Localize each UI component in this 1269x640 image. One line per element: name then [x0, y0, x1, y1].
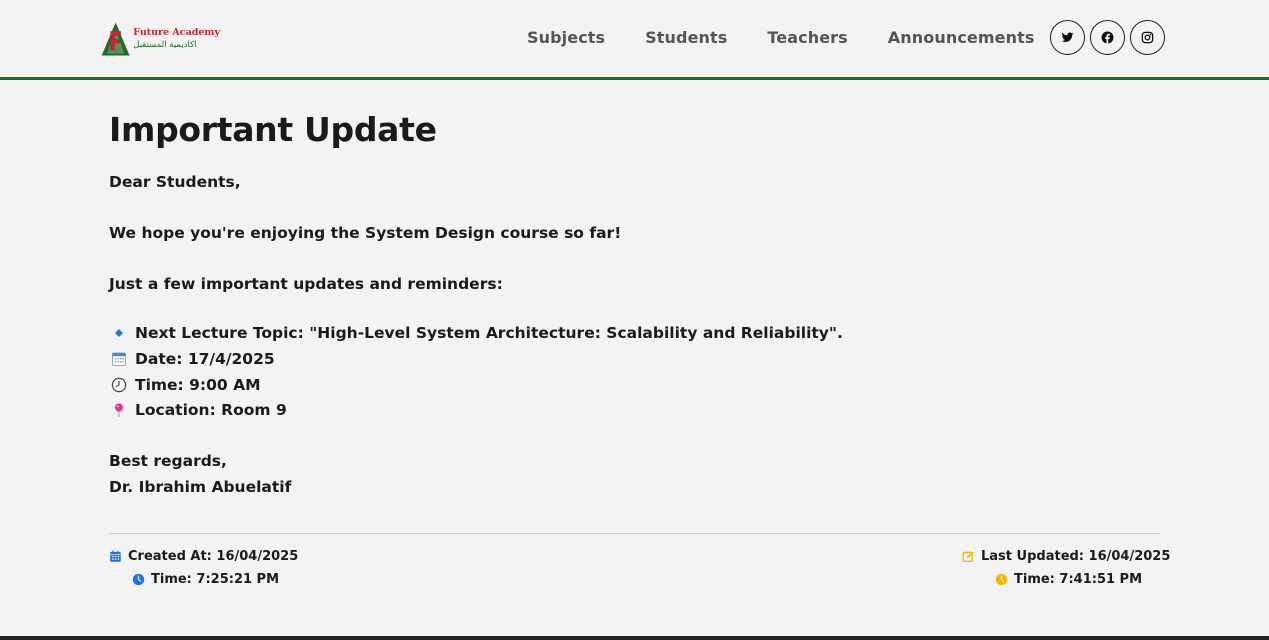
- detail-text: Time: 9:00 AM: [135, 376, 261, 394]
- calendar-icon: [110, 550, 121, 562]
- created-date-text: Created At: 16/04/2025: [128, 549, 299, 564]
- edit-icon: [962, 551, 974, 563]
- updated-date-meta: Last Updated: 16/04/2025: [962, 549, 1170, 564]
- nav-link-announcements[interactable]: Announcements: [888, 28, 1035, 47]
- detail-item-location: Location: Room 9: [109, 401, 287, 419]
- intro-text: We hope you're enjoying the System Desig…: [109, 224, 622, 242]
- social-links: [1050, 20, 1165, 55]
- clock-icon: [132, 573, 145, 586]
- updated-time-text: Time: 7:41:51 PM: [1014, 572, 1143, 587]
- academy-logo-icon: [101, 22, 130, 56]
- clock-icon: [995, 573, 1008, 586]
- detail-item-topic: Next Lecture Topic: "High-Level System A…: [109, 324, 843, 342]
- academy-logo[interactable]: Future Academy اكاديمية المستقبل: [100, 17, 220, 61]
- content-divider: [109, 533, 1160, 534]
- detail-text: Next Lecture Topic: "High-Level System A…: [135, 324, 843, 342]
- logo-name-en: Future Academy: [133, 27, 220, 38]
- created-time-text: Time: 7:25:21 PM: [151, 572, 280, 587]
- announcement-title: Important Update: [109, 110, 437, 149]
- instagram-button[interactable]: [1130, 20, 1165, 55]
- facebook-button[interactable]: [1090, 20, 1125, 55]
- closing-text: Best regards,: [109, 452, 227, 470]
- nav-link-teachers[interactable]: Teachers: [767, 28, 847, 47]
- logo-name-ar: اكاديمية المستقبل: [133, 40, 197, 50]
- lead-text: Just a few important updates and reminde…: [109, 275, 503, 293]
- twitter-icon: [1061, 32, 1074, 42]
- clock-icon: [109, 376, 129, 394]
- created-time-meta: Time: 7:25:21 PM: [132, 572, 279, 587]
- instagram-icon: [1141, 31, 1154, 44]
- calendar-icon: [109, 350, 129, 368]
- updated-time-meta: Time: 7:41:51 PM: [995, 572, 1142, 587]
- nav-link-subjects[interactable]: Subjects: [527, 28, 605, 47]
- detail-text: Location: Room 9: [135, 401, 287, 419]
- detail-item-time: Time: 9:00 AM: [109, 376, 261, 394]
- updated-date-text: Last Updated: 16/04/2025: [981, 549, 1171, 564]
- signature-text: Dr. Ibrahim Abuelatif: [109, 478, 292, 496]
- footer-border: [0, 636, 1269, 640]
- greeting-text: Dear Students,: [109, 173, 241, 191]
- detail-item-date: Date: 17/4/2025: [109, 350, 275, 368]
- detail-text: Date: 17/4/2025: [135, 350, 275, 368]
- twitter-button[interactable]: [1050, 20, 1085, 55]
- diamond-icon: [109, 324, 129, 342]
- nav-link-students[interactable]: Students: [645, 28, 727, 47]
- main-nav: Subjects Students Teachers Announcements: [527, 28, 1074, 47]
- top-navbar: Future Academy اكاديمية المستقبل Subject…: [0, 0, 1269, 80]
- facebook-icon: [1101, 31, 1114, 44]
- created-date-meta: Created At: 16/04/2025: [109, 549, 298, 564]
- pushpin-icon: [109, 401, 129, 419]
